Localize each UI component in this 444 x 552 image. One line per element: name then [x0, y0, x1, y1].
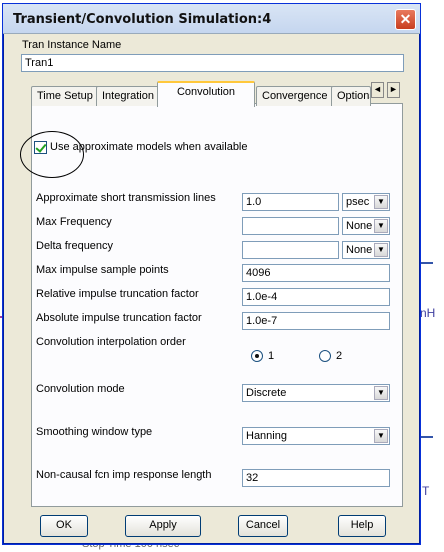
- interp-order-option-2: 2: [336, 350, 343, 362]
- short-lines-unit-select[interactable]: psec ▼: [342, 193, 390, 211]
- tab-scroll-right-button[interactable]: ►: [387, 82, 400, 98]
- instance-name-input[interactable]: Tran1: [21, 54, 404, 72]
- smoothing-window-value: Hanning: [246, 430, 287, 442]
- tab-convergence[interactable]: Convergence: [256, 86, 334, 106]
- abs-trunc-input[interactable]: 1.0e-7: [242, 312, 390, 330]
- convolution-mode-label: Convolution mode: [36, 383, 125, 395]
- interp-order-radio-2[interactable]: [319, 350, 331, 362]
- tab-integration[interactable]: Integration: [96, 86, 160, 106]
- max-frequency-input[interactable]: [242, 217, 339, 235]
- smoothing-window-label: Smoothing window type: [36, 426, 153, 438]
- annotation-circle: [20, 131, 84, 178]
- tab-options[interactable]: Options: [331, 86, 371, 106]
- rel-trunc-input[interactable]: 1.0e-4: [242, 288, 390, 306]
- tab-scroll-left-button[interactable]: ◄: [371, 82, 384, 98]
- max-frequency-label: Max Frequency: [36, 216, 112, 228]
- convolution-mode-value: Discrete: [246, 387, 287, 399]
- max-impulse-input[interactable]: 4096: [242, 264, 390, 282]
- instance-name-label: Tran Instance Name: [22, 39, 122, 51]
- chevron-right-icon: ►: [389, 84, 398, 94]
- window-title: Transient/Convolution Simulation:4: [13, 12, 272, 27]
- dropdown-arrow-icon: ▼: [374, 195, 388, 209]
- background-text: T: [422, 484, 430, 498]
- delta-frequency-input[interactable]: [242, 241, 339, 259]
- delta-frequency-unit-value: None: [346, 244, 373, 256]
- dropdown-arrow-icon: ▼: [374, 429, 388, 443]
- tab-convolution[interactable]: Convolution: [157, 81, 255, 107]
- tab-time-setup[interactable]: Time Setup: [31, 86, 99, 106]
- short-lines-unit-value: psec: [346, 196, 370, 208]
- delta-frequency-unit-select[interactable]: None ▼: [342, 241, 390, 259]
- interp-order-radio-1[interactable]: [251, 350, 263, 362]
- noncausal-length-input[interactable]: 32: [242, 469, 390, 487]
- dropdown-arrow-icon: ▼: [374, 386, 388, 400]
- cancel-button[interactable]: Cancel: [238, 515, 288, 537]
- dropdown-arrow-icon: ▼: [374, 219, 388, 233]
- close-button[interactable]: ✕: [395, 9, 416, 30]
- interp-order-label: Convolution interpolation order: [36, 336, 186, 348]
- background-wire: [421, 262, 433, 264]
- apply-button[interactable]: Apply: [125, 515, 201, 537]
- background-wire: [421, 436, 433, 438]
- background-text: nH: [420, 306, 436, 320]
- title-bar[interactable]: Transient/Convolution Simulation:4 ✕: [3, 4, 420, 34]
- chevron-left-icon: ◄: [373, 84, 382, 94]
- noncausal-length-label: Non-causal fcn imp response length: [36, 469, 212, 481]
- close-icon: ✕: [399, 11, 412, 27]
- delta-frequency-label: Delta frequency: [36, 240, 114, 252]
- short-lines-label: Approximate short transmission lines: [36, 192, 216, 204]
- ok-button[interactable]: OK: [40, 515, 88, 537]
- short-lines-input[interactable]: 1.0: [242, 193, 339, 211]
- max-frequency-unit-value: None: [346, 220, 373, 232]
- dropdown-arrow-icon: ▼: [374, 243, 388, 257]
- max-impulse-label: Max impulse sample points: [36, 264, 169, 276]
- smoothing-window-select[interactable]: Hanning ▼: [242, 427, 390, 445]
- help-button[interactable]: Help: [338, 515, 386, 537]
- max-frequency-unit-select[interactable]: None ▼: [342, 217, 390, 235]
- convolution-mode-select[interactable]: Discrete ▼: [242, 384, 390, 402]
- interp-order-option-1: 1: [268, 350, 275, 362]
- abs-trunc-label: Absolute impulse truncation factor: [36, 312, 202, 324]
- rel-trunc-label: Relative impulse truncation factor: [36, 288, 199, 300]
